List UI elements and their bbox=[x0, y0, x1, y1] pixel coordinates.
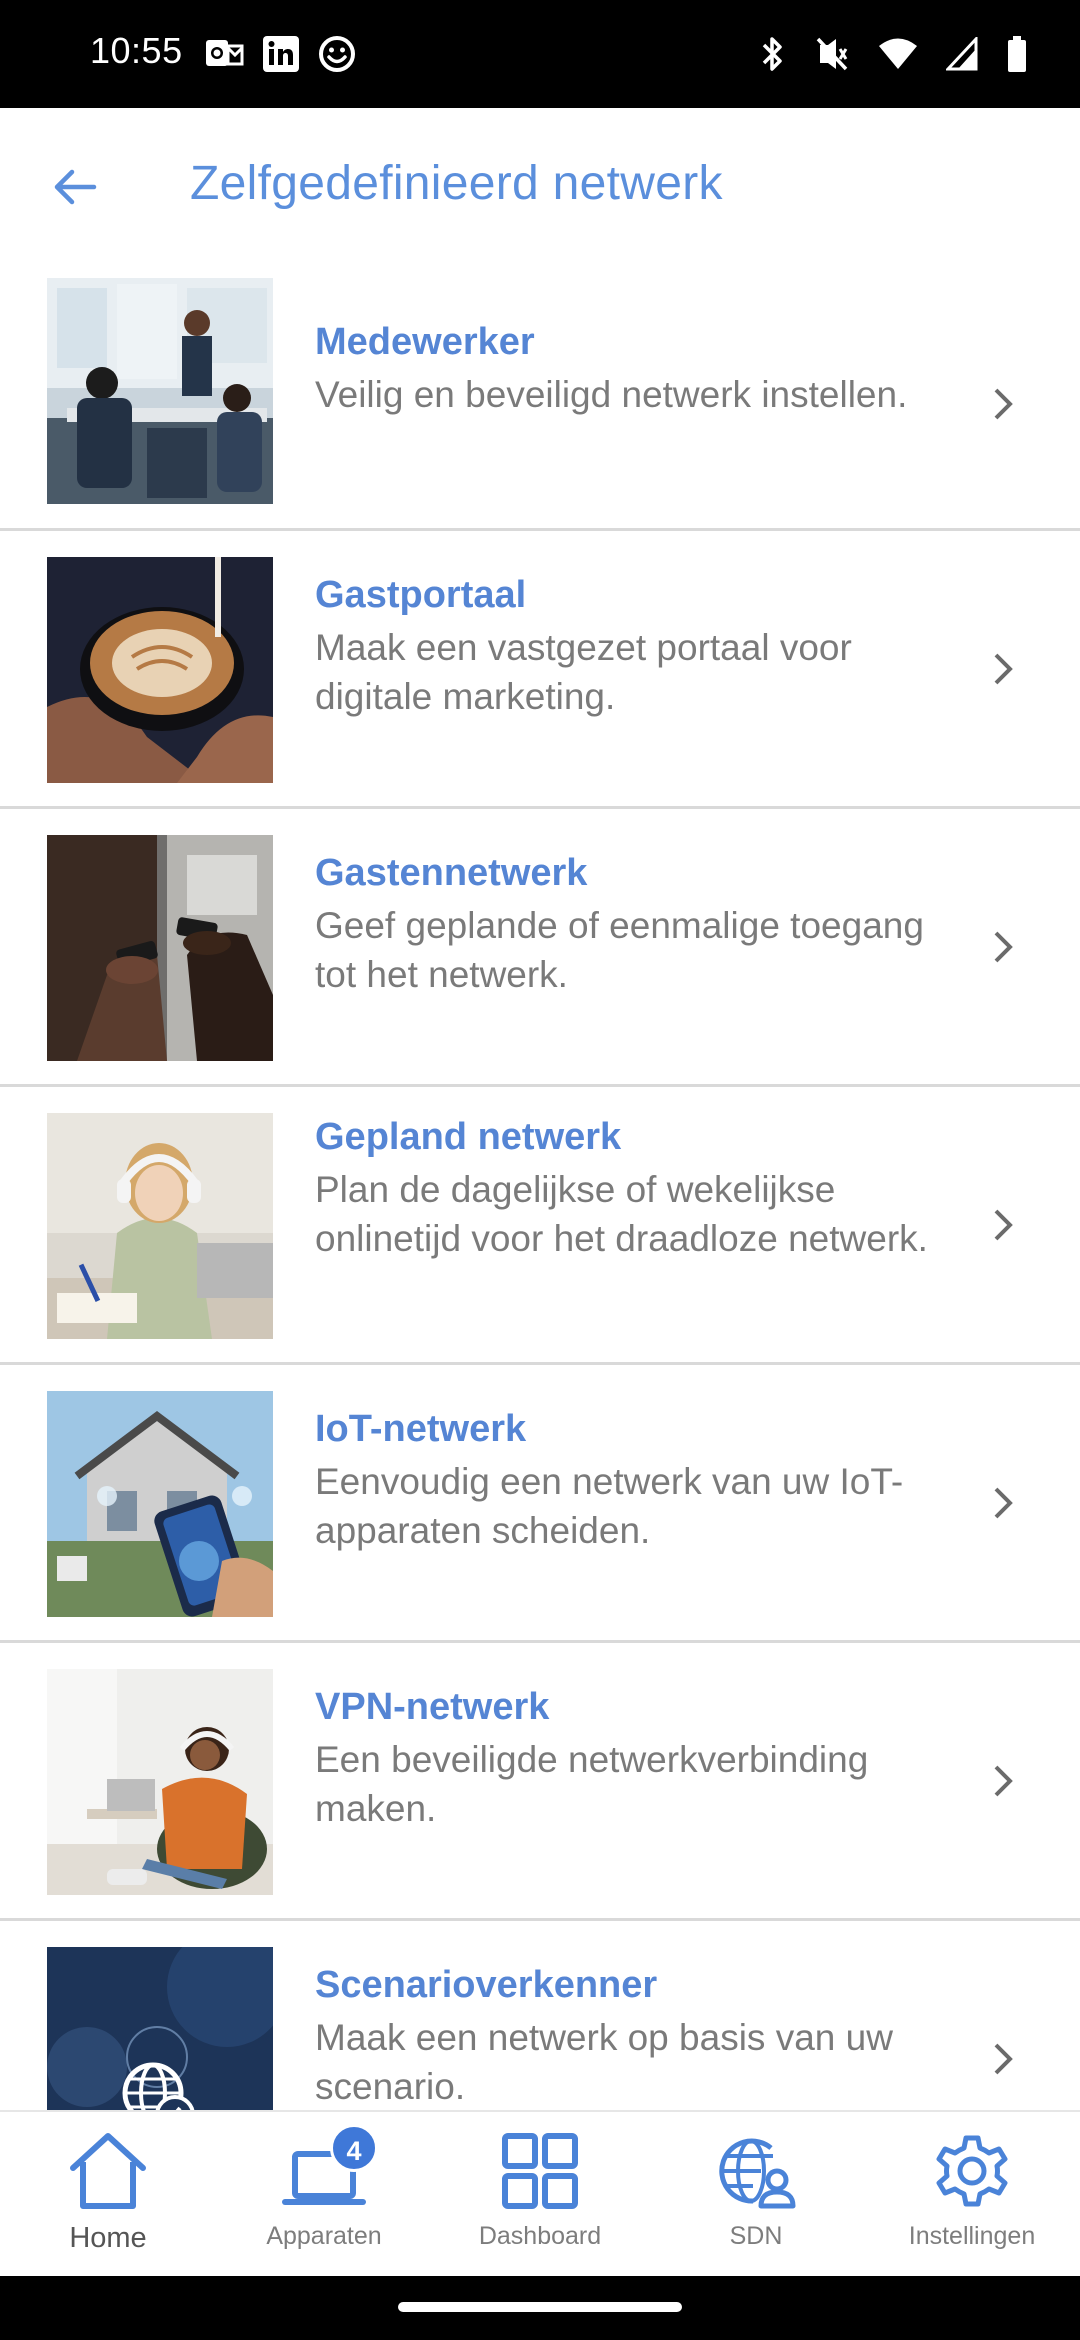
list-item-iot-netwerk[interactable]: IoT-netwerk Eenvoudig een netwerk van uw… bbox=[0, 1365, 1080, 1643]
item-description: Een beveiligde netwerkverbinding maken. bbox=[315, 1739, 869, 1829]
network-type-list: Medewerker Veilig en beveiligd netwerk i… bbox=[0, 278, 1080, 2218]
chevron-right-icon bbox=[994, 2043, 1013, 2075]
nav-label: Dashboard bbox=[478, 2222, 602, 2250]
dashboard-icon bbox=[502, 2133, 578, 2209]
gear-icon bbox=[936, 2135, 1008, 2207]
app-screen: Zelfgedefinieerd netwerk Medewerker Veil… bbox=[0, 108, 1080, 2276]
list-item-medewerker[interactable]: Medewerker Veilig en beveiligd netwerk i… bbox=[0, 278, 1080, 531]
nav-instellingen[interactable]: Instellingen bbox=[864, 2126, 1080, 2276]
thumbnail-phones bbox=[47, 835, 273, 1061]
battery-icon bbox=[1008, 36, 1026, 72]
chevron-right-icon bbox=[994, 931, 1013, 963]
system-gesture-area bbox=[0, 2276, 1080, 2340]
item-text: VPN-netwerk Een beveiligde netwerkverbin… bbox=[315, 1683, 955, 1833]
item-title: Gastportaal bbox=[315, 574, 527, 616]
item-description: Eenvoudig een netwerk van uw IoT-apparat… bbox=[315, 1461, 904, 1551]
arrow-left-icon bbox=[54, 169, 97, 205]
item-description: Plan de dagelijkse of wekelijkse onlinet… bbox=[315, 1169, 928, 1259]
chevron-right-icon bbox=[994, 388, 1013, 420]
item-title: Gastennetwerk bbox=[315, 852, 588, 894]
wifi-icon bbox=[879, 38, 917, 69]
item-description: Maak een vastgezet portaal voor digitale… bbox=[315, 627, 852, 717]
gesture-handle[interactable] bbox=[398, 2302, 682, 2312]
home-icon bbox=[70, 2133, 146, 2209]
thumbnail-office-meeting bbox=[47, 278, 273, 504]
chevron-right-icon bbox=[994, 1487, 1013, 1519]
status-bar: 10:55 bbox=[0, 0, 1080, 108]
item-title: VPN-netwerk bbox=[315, 1686, 550, 1728]
thumbnail-girl-studying bbox=[47, 1113, 273, 1339]
status-right-icons bbox=[760, 34, 1028, 74]
item-text: Medewerker Veilig en beveiligd netwerk i… bbox=[315, 318, 955, 419]
bluetooth-icon bbox=[762, 37, 782, 71]
item-title: Gepland netwerk bbox=[315, 1116, 622, 1158]
nav-label: SDN bbox=[729, 2222, 783, 2250]
nav-label: Home bbox=[69, 2222, 147, 2254]
list-item-vpn-netwerk[interactable]: VPN-netwerk Een beveiligde netwerkverbin… bbox=[0, 1643, 1080, 1921]
list-item-gepland-netwerk[interactable]: Gepland netwerk Plan de dagelijkse of we… bbox=[0, 1087, 1080, 1365]
chevron-right-icon bbox=[994, 653, 1013, 685]
vibrate-off-icon bbox=[816, 37, 848, 71]
item-title: IoT-netwerk bbox=[315, 1408, 527, 1450]
item-text: Gastportaal Maak een vastgezet portaal v… bbox=[315, 571, 955, 721]
page-title: Zelfgedefinieerd netwerk bbox=[190, 157, 723, 210]
app-header: Zelfgedefinieerd netwerk bbox=[0, 108, 1080, 258]
item-text: Scenarioverkenner Maak een netwerk op ba… bbox=[315, 1961, 955, 2111]
nav-apparaten[interactable]: 4 Apparaten bbox=[216, 2124, 432, 2276]
item-title: Scenarioverkenner bbox=[315, 1964, 658, 2006]
thumbnail-woman-laptop bbox=[47, 1669, 273, 1895]
back-button[interactable] bbox=[40, 152, 110, 222]
item-description: Maak een netwerk op basis van uw scenari… bbox=[315, 2017, 893, 2107]
list-item-gastennetwerk[interactable]: Gastennetwerk Geef geplande of eenmalige… bbox=[0, 809, 1080, 1087]
item-text: Gastennetwerk Geef geplande of eenmalige… bbox=[315, 849, 955, 999]
list-item-gastportaal[interactable]: Gastportaal Maak een vastgezet portaal v… bbox=[0, 531, 1080, 809]
nav-home[interactable]: Home bbox=[0, 2126, 216, 2276]
notification-badge: 4 bbox=[330, 2124, 378, 2172]
nav-label: Apparaten bbox=[266, 2222, 382, 2250]
linkedin-icon bbox=[263, 36, 299, 72]
status-time: 10:55 bbox=[90, 30, 183, 71]
item-text: IoT-netwerk Eenvoudig een netwerk van uw… bbox=[315, 1405, 955, 1555]
outlook-icon bbox=[206, 40, 244, 66]
item-description: Geef geplande of eenmalige toegang tot h… bbox=[315, 905, 924, 995]
item-text: Gepland netwerk Plan de dagelijkse of we… bbox=[315, 1113, 955, 1263]
status-left-icons bbox=[204, 34, 356, 74]
thumbnail-coffee bbox=[47, 557, 273, 783]
chevron-right-icon bbox=[994, 1209, 1013, 1241]
item-description: Veilig en beveiligd netwerk instellen. bbox=[315, 374, 908, 415]
smiley-icon bbox=[319, 36, 355, 72]
signal-icon bbox=[946, 37, 978, 71]
chevron-right-icon bbox=[994, 1765, 1013, 1797]
nav-dashboard[interactable]: Dashboard bbox=[432, 2126, 648, 2276]
bottom-nav: Home 4 Apparaten Dashboard SDN Instellin… bbox=[0, 2110, 1080, 2276]
item-title: Medewerker bbox=[315, 321, 535, 363]
nav-label: Instellingen bbox=[908, 2222, 1036, 2250]
sdn-icon bbox=[719, 2138, 796, 2209]
thumbnail-smart-home bbox=[47, 1391, 273, 1617]
nav-sdn[interactable]: SDN bbox=[648, 2126, 864, 2276]
